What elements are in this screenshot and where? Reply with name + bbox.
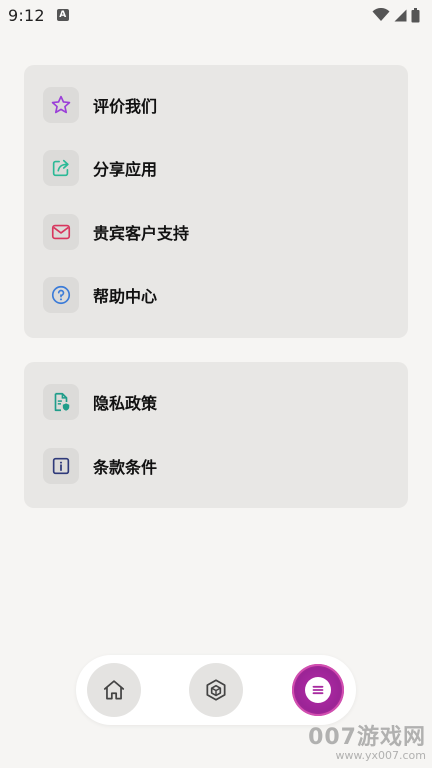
terms-icon-box xyxy=(43,448,79,484)
watermark-sub: www.yx007.com xyxy=(335,749,426,762)
share-app-icon-box xyxy=(43,150,79,186)
signal-icon xyxy=(394,9,407,21)
rate-us-label: 评价我们 xyxy=(93,97,158,116)
battery-icon xyxy=(411,7,420,22)
nav-box-button[interactable] xyxy=(189,663,243,717)
help-center-icon-box xyxy=(43,277,79,313)
main-menu-card: 评价我们 分享应用 贵宾客户支持 帮助中心 xyxy=(24,65,408,338)
menu-item-rate-us[interactable]: 评价我们 xyxy=(24,77,408,133)
watermark-main: 007游戏网 xyxy=(308,725,426,750)
terms-label: 条款条件 xyxy=(93,458,158,477)
notification-a-icon: A xyxy=(56,9,69,21)
menu-item-share-app[interactable]: 分享应用 xyxy=(24,140,408,196)
privacy-policy-label: 隐私政策 xyxy=(93,394,158,413)
menu-item-help-center[interactable]: 帮助中心 xyxy=(24,267,408,323)
menu-item-terms[interactable]: 条款条件 xyxy=(24,438,408,494)
menu-icon xyxy=(312,685,324,695)
cube-icon xyxy=(206,679,226,701)
privacy-policy-icon-box xyxy=(43,384,79,420)
help-icon xyxy=(51,285,71,305)
wifi-icon xyxy=(372,8,390,21)
legal-menu-card: 隐私政策 条款条件 xyxy=(24,362,408,508)
star-icon xyxy=(51,95,71,114)
watermark: 007游戏网 www.yx007.com xyxy=(308,726,426,762)
status-bar: 9:12 A xyxy=(0,0,432,30)
vip-support-label: 贵宾客户支持 xyxy=(93,224,190,243)
home-icon xyxy=(103,680,125,700)
share-app-label: 分享应用 xyxy=(93,160,158,179)
share-icon xyxy=(52,159,69,177)
menu-item-vip-support[interactable]: 贵宾客户支持 xyxy=(24,204,408,260)
bottom-nav xyxy=(76,655,356,725)
vip-support-icon-box xyxy=(43,214,79,250)
status-icons xyxy=(372,7,420,23)
menu-icon-circle xyxy=(305,677,331,703)
menu-item-privacy-policy[interactable]: 隐私政策 xyxy=(24,374,408,430)
rate-us-icon-box xyxy=(43,87,79,123)
privacy-document-icon xyxy=(54,392,70,412)
nav-home-button[interactable] xyxy=(87,663,141,717)
info-icon xyxy=(52,457,70,475)
status-time: 9:12 xyxy=(8,5,45,25)
nav-menu-button[interactable] xyxy=(292,664,344,716)
help-center-label: 帮助中心 xyxy=(93,287,158,306)
mail-icon xyxy=(51,224,71,240)
